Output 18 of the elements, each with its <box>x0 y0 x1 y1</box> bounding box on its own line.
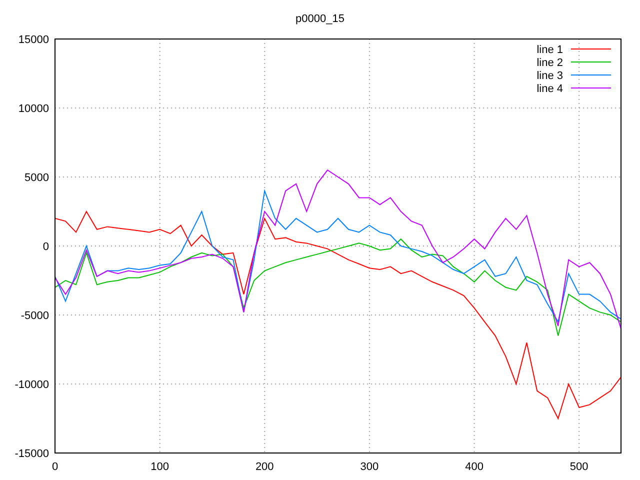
plot-title: p0000_15 <box>296 13 344 25</box>
legend-label: line 4 <box>536 83 563 95</box>
y-tick-label: 10000 <box>18 103 49 115</box>
y-tick-label: -10000 <box>14 379 49 391</box>
x-tick-label: 0 <box>52 461 58 473</box>
legend-label: line 3 <box>536 70 563 82</box>
y-tick-label: -15000 <box>14 448 49 460</box>
x-tick-label: 100 <box>150 461 169 473</box>
x-tick-label: 300 <box>360 461 379 473</box>
legend-label: line 1 <box>536 44 563 56</box>
y-tick-label: 0 <box>42 241 49 253</box>
x-tick-label: 400 <box>465 461 484 473</box>
y-tick-label: -5000 <box>20 310 49 322</box>
legend-label: line 2 <box>536 57 563 69</box>
x-tick-label: 500 <box>570 461 588 473</box>
y-tick-label: 15000 <box>18 34 49 46</box>
x-tick-label: 200 <box>255 461 274 473</box>
y-tick-label: 5000 <box>24 172 49 184</box>
